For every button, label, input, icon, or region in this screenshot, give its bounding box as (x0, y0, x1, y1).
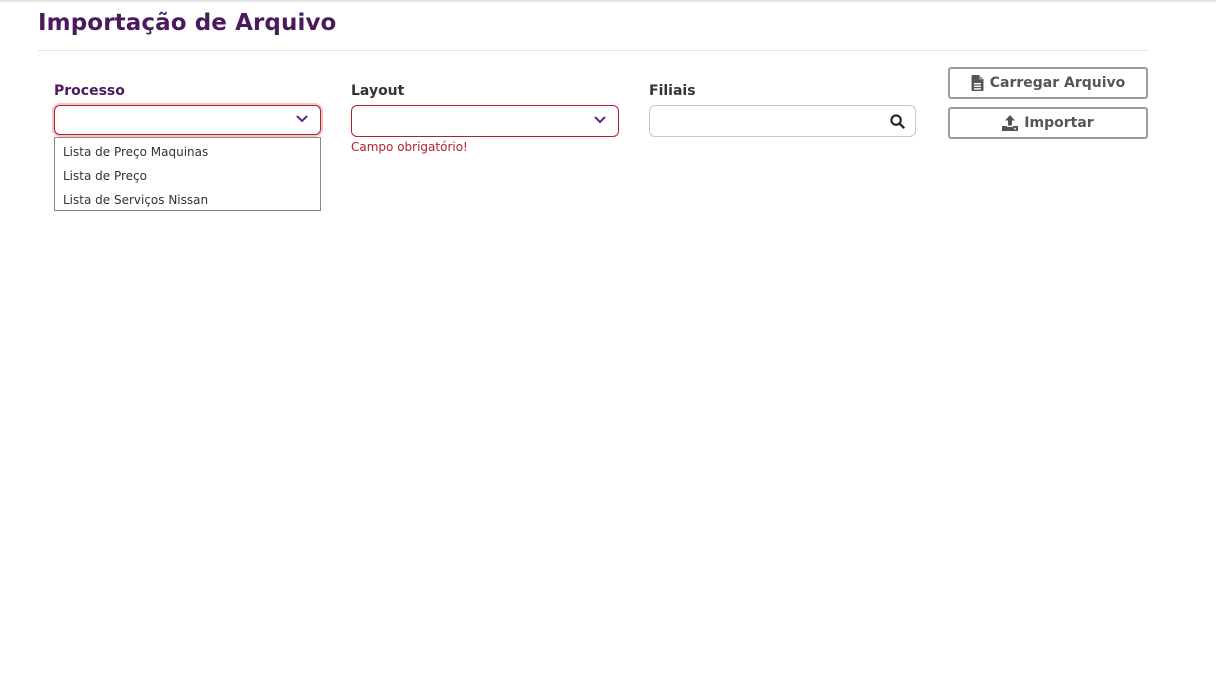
filiais-label: Filiais (649, 83, 696, 99)
upload-icon (1002, 115, 1019, 131)
carregar-arquivo-button[interactable]: Carregar Arquivo (948, 67, 1148, 99)
chevron-down-icon (296, 115, 308, 122)
page-title: Importação de Arquivo (38, 10, 337, 36)
processo-select[interactable] (54, 105, 321, 135)
processo-label: Processo (54, 83, 125, 99)
chevron-down-icon (594, 116, 606, 123)
processo-option-2[interactable]: Lista de Preço (55, 166, 320, 190)
processo-option-3[interactable]: Lista de Serviços Nissan (55, 190, 320, 214)
carregar-arquivo-label: Carregar Arquivo (989, 75, 1126, 91)
filiais-search-input[interactable] (656, 110, 880, 134)
file-icon (971, 75, 984, 91)
title-divider (38, 50, 1148, 51)
processo-option-1[interactable]: Lista de Preço Maquinas (55, 142, 320, 166)
processo-dropdown-list: Lista de Preço Maquinas Lista de Preço L… (54, 137, 321, 211)
layout-error-message: Campo obrigatório! (351, 140, 468, 154)
filiais-search-box (649, 105, 916, 137)
layout-select[interactable] (351, 105, 619, 137)
importar-button[interactable]: Importar (948, 107, 1148, 139)
importar-label: Importar (1024, 115, 1094, 131)
top-shadow (0, 0, 1216, 3)
search-icon[interactable] (890, 114, 905, 129)
layout-label: Layout (351, 83, 405, 99)
